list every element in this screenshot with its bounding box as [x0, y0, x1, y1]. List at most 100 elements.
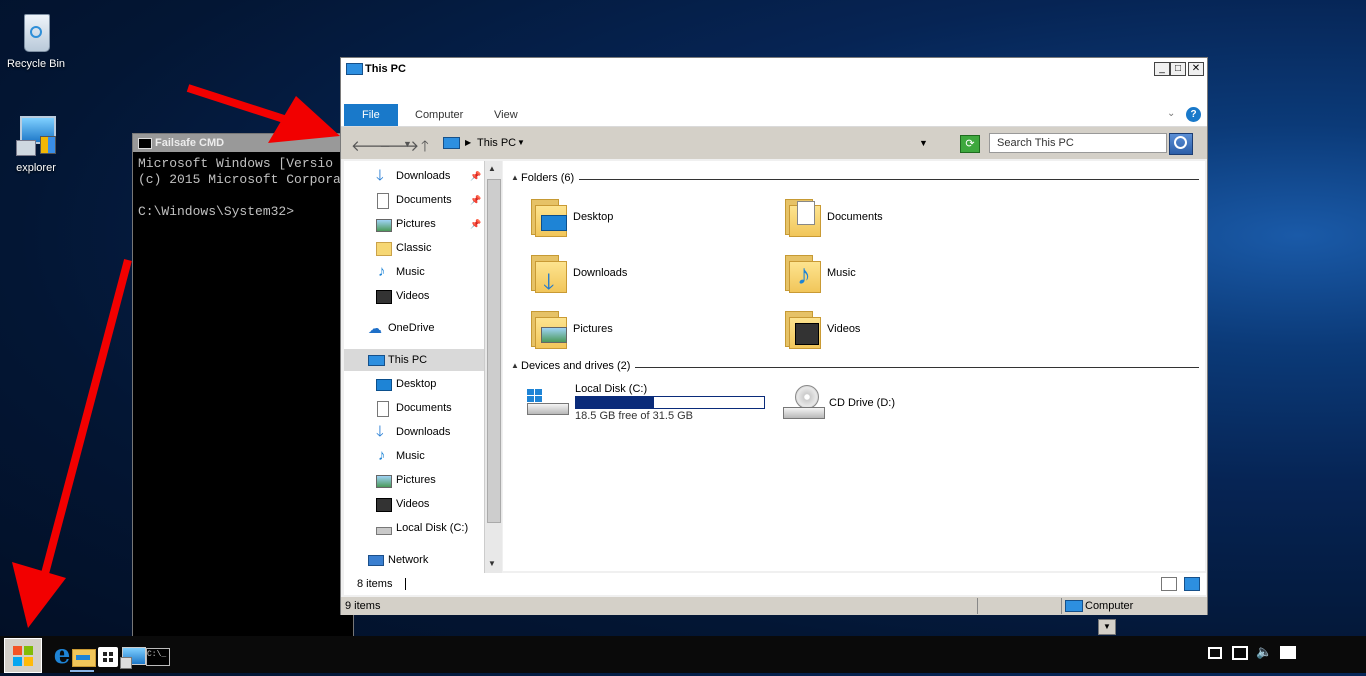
folder-icon	[529, 197, 567, 237]
folder-item-pictures[interactable]: Pictures	[529, 309, 749, 349]
nav-item-music[interactable]: ♪ Music	[344, 261, 484, 283]
pin-icon[interactable]: 📌	[470, 165, 481, 187]
folder-item-desktop[interactable]: Desktop	[529, 197, 749, 237]
folder-item-documents[interactable]: Documents	[783, 197, 1003, 237]
cmd-window[interactable]: Failsafe CMD Microsoft Windows [Versio (…	[132, 133, 354, 640]
nav-label: Documents	[396, 402, 452, 414]
minimize-button[interactable]: _	[1154, 62, 1170, 76]
item-count: 8 items	[357, 578, 393, 590]
nav-item-pictures[interactable]: Pictures 📌	[344, 213, 484, 235]
folder-item-videos[interactable]: Videos	[783, 309, 1003, 349]
cmd-icon	[138, 138, 152, 149]
search-button[interactable]	[1169, 133, 1193, 155]
nav-item-this-pc[interactable]: This PC	[344, 349, 484, 371]
film-icon	[376, 498, 392, 512]
large-icons-view-icon[interactable]	[1184, 577, 1200, 591]
document-icon	[377, 401, 389, 417]
explorer-window[interactable]: This PC _ □ ✕ File Computer View ⌄ ? 🡐 🡒…	[340, 57, 1208, 615]
content-pane[interactable]: ▲ Folders (6) Desktop Documents 🡓 Downlo…	[503, 161, 1205, 571]
collapse-chevron-icon[interactable]: ▲	[511, 361, 519, 370]
nav-label: This PC	[388, 354, 428, 366]
maximize-button[interactable]: □	[1170, 62, 1186, 76]
pictures-icon	[376, 475, 392, 488]
group-header-devices[interactable]: Devices and drives (2)	[521, 360, 630, 372]
action-center-icon[interactable]	[1280, 646, 1296, 659]
ribbon: File Computer View ⌄ ?	[341, 80, 1207, 127]
battery-icon[interactable]	[1208, 647, 1222, 659]
chevron-down-icon[interactable]: ▼	[517, 133, 525, 153]
drive-label: CD Drive (D:)	[829, 397, 895, 409]
nav-item-downloads-pc[interactable]: 🡓 Downloads	[344, 421, 484, 443]
address-location[interactable]: This PC	[477, 133, 516, 153]
this-pc-icon	[443, 137, 460, 149]
tab-computer[interactable]: Computer	[403, 104, 475, 126]
folder-icon: 🡓	[529, 253, 567, 294]
explorer-title-bar[interactable]: This PC _ □ ✕	[341, 58, 1207, 80]
nav-item-desktop[interactable]: Desktop	[344, 373, 484, 395]
forward-arrow-icon[interactable]: 🡒	[379, 136, 419, 155]
navigation-pane[interactable]: 🡓 Downloads 📌 Documents 📌 Pictures 📌 Cla…	[344, 161, 502, 573]
close-button[interactable]: ✕	[1188, 62, 1204, 76]
group-header-folders[interactable]: Folders (6)	[521, 172, 574, 184]
up-arrow-icon[interactable]: 🡑	[421, 136, 429, 161]
address-bar[interactable]: ▶ This PC ▼ ▼	[441, 133, 935, 153]
desktop-icon-label: Recycle Bin	[6, 58, 66, 70]
nav-item-classic[interactable]: Classic	[344, 237, 484, 259]
help-icon[interactable]: ?	[1186, 107, 1201, 122]
recent-locations-chevron-icon[interactable]: ▼	[403, 139, 412, 149]
nav-item-local-disk[interactable]: Local Disk (C:)	[344, 517, 484, 539]
arrow-shaft	[186, 84, 320, 134]
scroll-up-arrow-icon[interactable]: ▲	[488, 164, 496, 173]
pin-icon[interactable]: 📌	[470, 213, 481, 235]
address-dropdown-chevron-icon[interactable]: ▼	[919, 133, 928, 153]
nav-pane-scrollbar[interactable]: ▲ ▼	[484, 161, 502, 573]
recycle-bin-icon	[14, 10, 58, 54]
nav-item-videos-pc[interactable]: Videos	[344, 493, 484, 515]
desktop-icon-recycle-bin[interactable]: Recycle Bin	[1, 10, 71, 70]
nav-item-pictures-pc[interactable]: Pictures	[344, 469, 484, 491]
nav-item-documents[interactable]: Documents 📌	[344, 189, 484, 211]
search-input[interactable]: Search This PC	[989, 133, 1167, 153]
nav-item-network[interactable]: Network	[344, 549, 484, 571]
drive-item-local-disk[interactable]: Local Disk (C:) 18.5 GB free of 31.5 GB	[523, 381, 773, 427]
nav-label: Classic	[396, 242, 432, 254]
cmd-output[interactable]: Microsoft Windows [Versio (c) 2015 Micro…	[138, 156, 353, 220]
nav-item-downloads[interactable]: 🡓 Downloads 📌	[344, 165, 484, 187]
music-note-icon: ♪	[378, 447, 386, 464]
details-view-icon[interactable]	[1161, 577, 1177, 591]
desktop-icon-explorer[interactable]: explorer	[1, 114, 71, 174]
scroll-down-arrow-icon[interactable]: ▼	[488, 559, 496, 568]
tab-view[interactable]: View	[482, 104, 530, 126]
nav-label: Network	[388, 554, 429, 566]
collapse-chevron-icon[interactable]: ▲	[511, 173, 519, 182]
cmd-title-bar[interactable]: Failsafe CMD	[133, 134, 353, 152]
volume-icon[interactable]: 🔈	[1256, 644, 1272, 660]
scroll-down-arrow-icon[interactable]: ▼	[1098, 619, 1116, 635]
taskbar: e C:\_ 🔈	[0, 636, 1366, 673]
network-tray-icon[interactable]	[1232, 646, 1248, 660]
folder-item-music[interactable]: ♪ Music	[783, 253, 1003, 293]
film-overlay-icon	[795, 323, 819, 345]
folder-icon	[783, 309, 821, 349]
nav-item-onedrive[interactable]: ☁ OneDrive	[344, 317, 484, 339]
nav-item-documents-pc[interactable]: Documents	[344, 397, 484, 419]
cmd-line: Microsoft Windows [Versio	[138, 156, 334, 171]
drive-usage-fill	[576, 397, 654, 408]
tab-file[interactable]: File	[344, 104, 398, 126]
nav-item-videos[interactable]: Videos	[344, 285, 484, 307]
cmd-title: Failsafe CMD	[155, 137, 225, 149]
expand-ribbon-chevron-icon[interactable]: ⌄	[1167, 108, 1175, 119]
folder-label: Pictures	[573, 323, 613, 335]
music-note-icon: ♪	[378, 263, 386, 280]
drive-item-cd[interactable]: CD Drive (D:)	[779, 381, 979, 427]
status-items: 9 items	[345, 600, 381, 612]
scrollbar-thumb[interactable]	[487, 179, 501, 523]
nav-item-music-pc[interactable]: ♪ Music	[344, 445, 484, 467]
refresh-icon[interactable]: ⟳	[960, 135, 980, 153]
folder-item-downloads[interactable]: 🡓 Downloads	[529, 253, 749, 294]
cmd-taskbar-icon[interactable]: C:\_	[146, 639, 178, 671]
start-button[interactable]	[4, 638, 42, 673]
pin-icon[interactable]: 📌	[470, 189, 481, 211]
nav-label: Pictures	[396, 474, 436, 486]
folder-label: Documents	[827, 211, 883, 223]
